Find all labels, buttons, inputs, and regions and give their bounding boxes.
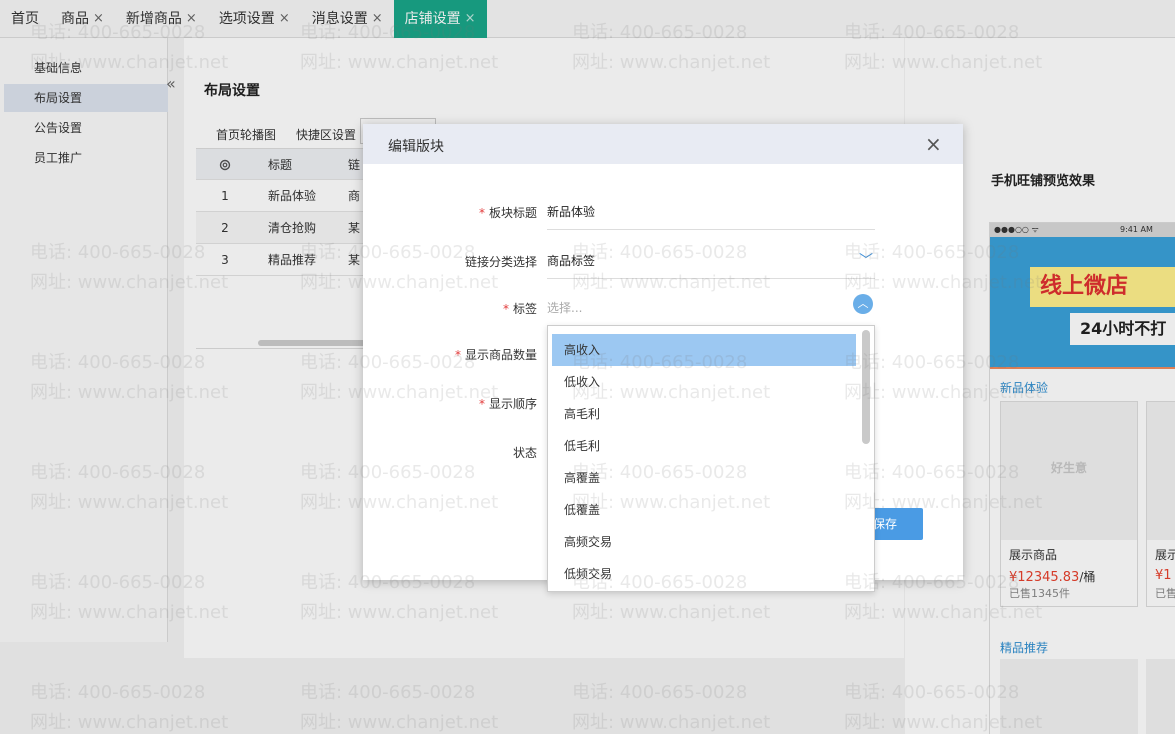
dropdown-option[interactable]: 低覆盖: [552, 494, 856, 526]
required-mark: *: [502, 302, 509, 316]
field-label: * 板块标题: [363, 204, 537, 221]
required-mark: *: [478, 397, 485, 411]
dialog-header: [363, 124, 963, 164]
field-label-text: 状态: [512, 446, 537, 460]
dropdown-option[interactable]: 高毛利: [552, 398, 856, 430]
tag-select[interactable]: 选择... ︿: [547, 294, 875, 326]
field-label: * 显示商品数量: [363, 346, 537, 363]
input-value: 新品体验: [547, 205, 596, 219]
required-mark: *: [454, 348, 461, 362]
select-value: 商品标签: [547, 254, 596, 268]
dialog-title: 编辑版块: [388, 139, 444, 155]
chevron-up-icon: ︿: [853, 294, 873, 314]
dropdown-option[interactable]: 低频交易: [552, 558, 856, 590]
field-label: 链接分类选择: [363, 253, 537, 270]
select-placeholder: 选择...: [547, 301, 583, 315]
chevron-down-icon: ﹀: [859, 253, 873, 269]
dropdown-scrollbar[interactable]: [862, 330, 870, 444]
field-label-text: 显示顺序: [488, 397, 537, 411]
field-label: 状态: [363, 444, 537, 461]
field-label: * 标签: [363, 300, 537, 317]
link-category-select[interactable]: 商品标签 ﹀: [547, 251, 875, 279]
section-title-input[interactable]: 新品体验: [547, 202, 875, 230]
field-label-text: 链接分类选择: [464, 255, 537, 269]
field-label-text: 显示商品数量: [464, 348, 537, 362]
dropdown-option[interactable]: 低毛利: [552, 430, 856, 462]
close-icon[interactable]: ×: [925, 134, 942, 154]
field-label: * 显示顺序: [363, 395, 537, 412]
dropdown-option[interactable]: 低收入: [552, 366, 856, 398]
dropdown-option[interactable]: 高覆盖: [552, 462, 856, 494]
field-label-text: 板块标题: [488, 206, 537, 220]
dropdown-option[interactable]: 高频交易: [552, 526, 856, 558]
tag-dropdown: 高收入 低收入 高毛利 低毛利 高覆盖 低覆盖 高频交易 低频交易: [547, 325, 875, 592]
required-mark: *: [478, 206, 485, 220]
field-label-text: 标签: [512, 302, 537, 316]
dropdown-option[interactable]: 高收入: [552, 334, 856, 366]
